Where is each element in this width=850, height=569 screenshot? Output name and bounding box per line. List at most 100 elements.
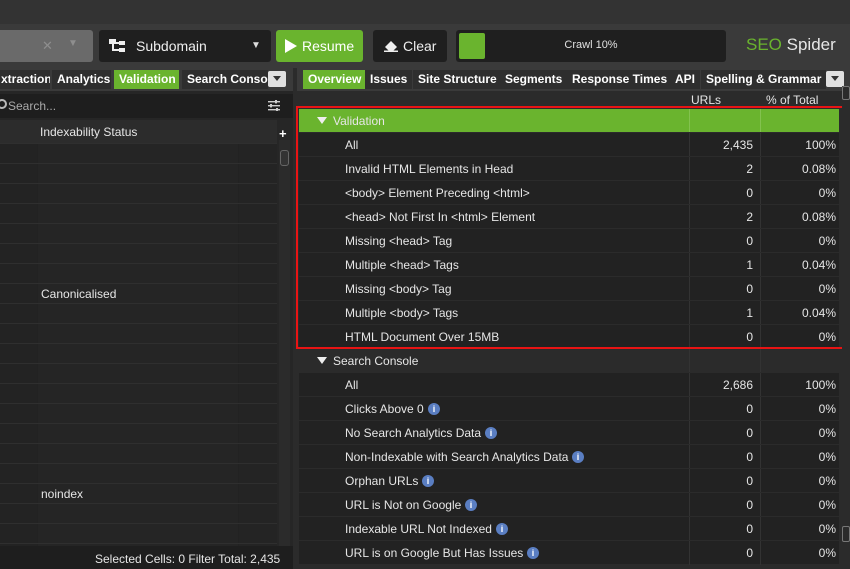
- info-icon[interactable]: i: [422, 475, 434, 487]
- grid-cell[interactable]: [38, 364, 238, 384]
- grid-cell[interactable]: [38, 344, 238, 364]
- tab-spelling-grammar[interactable]: Spelling & Grammar: [701, 70, 827, 89]
- grid-cell[interactable]: [239, 384, 277, 404]
- grid-cell[interactable]: [0, 484, 37, 504]
- grid-cell[interactable]: [239, 444, 277, 464]
- grid-cell[interactable]: [0, 224, 37, 244]
- url-history-chevron-icon[interactable]: ▼: [68, 38, 78, 49]
- url-input[interactable]: ✕ ▼: [0, 30, 93, 62]
- grid-cell[interactable]: [0, 384, 37, 404]
- grid-cell[interactable]: [38, 264, 238, 284]
- table-row[interactable]: [0, 383, 277, 404]
- grid-cell[interactable]: [0, 184, 37, 204]
- list-item[interactable]: Multiple <head> Tags 1 0.04%: [299, 252, 839, 277]
- table-row[interactable]: [0, 163, 277, 184]
- info-icon[interactable]: i: [527, 547, 539, 559]
- grid-cell[interactable]: [38, 504, 238, 524]
- scroll-thumb-bottom[interactable]: [842, 526, 850, 542]
- list-item[interactable]: Orphan URLs i 0 0%: [299, 468, 839, 493]
- list-item[interactable]: URL is Not on Google i 0 0%: [299, 492, 839, 517]
- list-item[interactable]: <body> Element Preceding <html> 0 0%: [299, 180, 839, 205]
- tab-extraction[interactable]: xtraction: [0, 70, 50, 89]
- table-row[interactable]: [0, 403, 277, 424]
- grid-cell[interactable]: [0, 504, 37, 524]
- list-item[interactable]: URL is on Google But Has Issues i 0 0%: [299, 540, 839, 565]
- group-row[interactable]: Validation: [299, 108, 839, 133]
- left-scrollbar[interactable]: [279, 140, 290, 546]
- list-item[interactable]: Indexable URL Not Indexed i 0 0%: [299, 516, 839, 541]
- list-item[interactable]: <head> Not First In <html> Element 2 0.08%: [299, 204, 839, 229]
- table-row[interactable]: [0, 523, 277, 544]
- table-row[interactable]: [0, 183, 277, 204]
- grid-cell[interactable]: [239, 524, 277, 544]
- grid-cell[interactable]: [0, 404, 37, 424]
- expand-arrow-icon[interactable]: [317, 357, 327, 364]
- grid-cell[interactable]: [0, 264, 37, 284]
- tab-search-console[interactable]: Search Consol: [182, 70, 268, 89]
- grid-cell[interactable]: [239, 464, 277, 484]
- info-icon[interactable]: i: [428, 403, 440, 415]
- grid-cell[interactable]: [239, 484, 277, 504]
- list-item[interactable]: Clicks Above 0 i 0 0%: [299, 396, 839, 421]
- tab-analytics[interactable]: Analytics: [52, 70, 111, 89]
- grid-cell[interactable]: [239, 504, 277, 524]
- grid-cell[interactable]: [0, 464, 37, 484]
- tab-overflow-dropdown[interactable]: [826, 71, 844, 87]
- tab-issues[interactable]: Issues: [365, 70, 413, 89]
- grid-cell[interactable]: [239, 264, 277, 284]
- list-item[interactable]: Invalid HTML Elements in Head 2 0.08%: [299, 156, 839, 181]
- table-row[interactable]: [0, 223, 277, 244]
- grid-cell[interactable]: [239, 324, 277, 344]
- table-row[interactable]: Canonicalised: [0, 283, 277, 304]
- tab-site-structure[interactable]: Site Structure: [413, 70, 502, 89]
- table-row[interactable]: noindex: [0, 483, 277, 504]
- scroll-thumb[interactable]: [280, 150, 289, 166]
- list-item[interactable]: Non-Indexable with Search Analytics Data…: [299, 444, 839, 469]
- grid-cell[interactable]: [0, 444, 37, 464]
- tab-overflow-dropdown[interactable]: [268, 71, 286, 87]
- grid-cell[interactable]: [38, 424, 238, 444]
- add-column-icon[interactable]: +: [279, 126, 287, 141]
- grid-cell[interactable]: [239, 304, 277, 324]
- grid-cell[interactable]: [239, 164, 277, 184]
- info-icon[interactable]: i: [572, 451, 584, 463]
- table-row[interactable]: [0, 143, 277, 164]
- grid-cell[interactable]: [0, 164, 37, 184]
- grid-cell[interactable]: [38, 164, 238, 184]
- grid-cell[interactable]: [38, 404, 238, 424]
- list-item[interactable]: Missing <body> Tag 0 0%: [299, 276, 839, 301]
- grid-cell[interactable]: [38, 144, 238, 164]
- table-row[interactable]: [0, 203, 277, 224]
- grid-cell[interactable]: [239, 204, 277, 224]
- grid-cell[interactable]: [0, 424, 37, 444]
- left-search-bar[interactable]: Search...: [0, 94, 293, 118]
- grid-cell[interactable]: [239, 364, 277, 384]
- resume-button[interactable]: Resume: [276, 30, 363, 62]
- grid-cell[interactable]: [239, 144, 277, 164]
- table-row[interactable]: [0, 343, 277, 364]
- tab-segments[interactable]: Segments: [500, 70, 568, 89]
- grid-cell[interactable]: [38, 204, 238, 224]
- grid-cell[interactable]: [38, 384, 238, 404]
- table-row[interactable]: [0, 303, 277, 324]
- list-item[interactable]: All 2,686 100%: [299, 372, 839, 397]
- table-row[interactable]: [0, 443, 277, 464]
- clear-url-icon[interactable]: ✕: [42, 38, 53, 54]
- grid-cell[interactable]: [239, 404, 277, 424]
- grid-cell[interactable]: [239, 424, 277, 444]
- list-item[interactable]: Multiple <body> Tags 1 0.04%: [299, 300, 839, 325]
- grid-cell[interactable]: [0, 244, 37, 264]
- table-row[interactable]: [0, 463, 277, 484]
- column-header-indexability[interactable]: Indexability Status: [40, 125, 137, 139]
- expand-arrow-icon[interactable]: [317, 117, 327, 124]
- grid-cell[interactable]: [0, 344, 37, 364]
- crawl-mode-dropdown[interactable]: Subdomain ▼: [99, 30, 271, 62]
- list-item[interactable]: Missing <head> Tag 0 0%: [299, 228, 839, 253]
- table-row[interactable]: [0, 503, 277, 524]
- grid-cell[interactable]: [239, 284, 277, 304]
- grid-cell[interactable]: [0, 524, 37, 544]
- filter-settings-icon[interactable]: [268, 100, 280, 111]
- table-row[interactable]: [0, 363, 277, 384]
- tab-validation[interactable]: Validation: [114, 70, 179, 89]
- grid-cell[interactable]: [38, 304, 238, 324]
